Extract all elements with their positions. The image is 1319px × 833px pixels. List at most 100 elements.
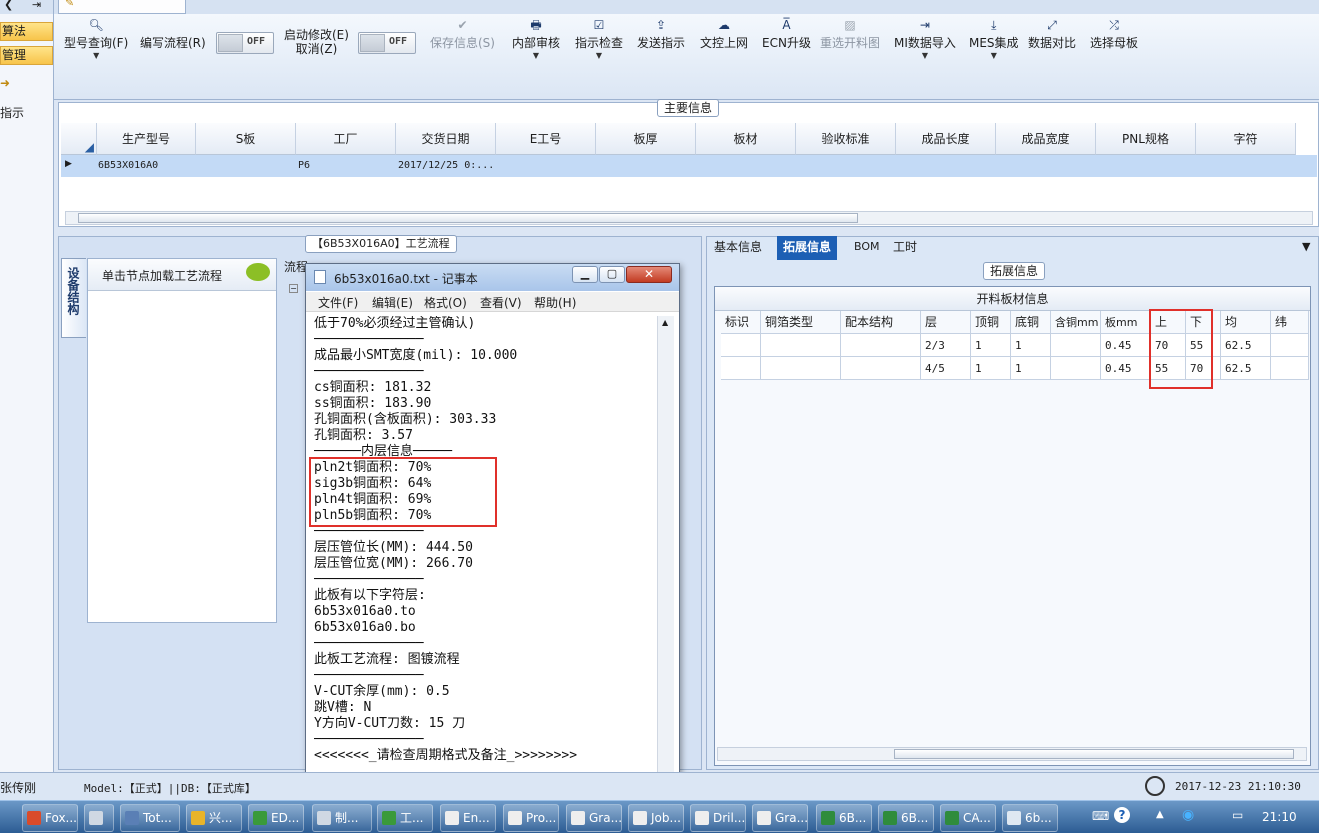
col-header[interactable]: 含铜mm	[1051, 311, 1101, 334]
taskbar-item[interactable]: CA...	[940, 804, 996, 832]
nav-item-indicate[interactable]: 指示	[0, 104, 24, 121]
tray-expand-icon[interactable]: ▲	[1156, 809, 1164, 820]
taskbar-item[interactable]: Gra...	[752, 804, 808, 832]
nav-item-algorithm[interactable]: 算法	[0, 22, 53, 41]
taskbar-item[interactable]: Tot...	[120, 804, 180, 832]
taskbar-item[interactable]: Fox...	[22, 804, 78, 832]
taskbar-item[interactable]	[84, 804, 114, 832]
main-info-title: 主要信息	[657, 99, 720, 117]
col-header[interactable]: 板材	[696, 123, 796, 155]
horizontal-scrollbar[interactable]	[717, 747, 1307, 761]
write-flow-button[interactable]: 编写流程(R)	[140, 34, 206, 51]
indicate-check-button[interactable]: ☑ 指示检查 ▼	[575, 14, 623, 60]
col-header[interactable]: E工号	[496, 123, 596, 155]
notepad-text-area[interactable]: 低于70%必须经过主管确认) ────────────── 成品最小SMT宽度(mi…	[314, 316, 657, 802]
taskbar-item[interactable]: 制...	[312, 804, 372, 832]
download-icon: ⤓	[991, 18, 997, 32]
col-header[interactable]: 板mm	[1101, 311, 1151, 334]
taskbar-item[interactable]: ED...	[248, 804, 304, 832]
taskbar-item[interactable]: 6B...	[816, 804, 872, 832]
menu-help[interactable]: 帮助(H)	[534, 294, 576, 311]
cell-board: 0.45	[1101, 334, 1151, 357]
ecn-upgrade-button[interactable]: A̅ ECN升级	[762, 14, 811, 51]
active-doc-tab[interactable]: ✎	[58, 0, 186, 14]
exit-icon[interactable]: ⇥	[32, 0, 41, 11]
col-header[interactable]: 层	[921, 311, 971, 334]
col-header[interactable]: 标识	[721, 311, 761, 334]
tab-dropdown-icon[interactable]: ▼	[1302, 240, 1310, 253]
col-header[interactable]: 底铜	[1011, 311, 1051, 334]
col-header[interactable]: 字符	[1196, 123, 1296, 155]
write-flow-toggle[interactable]: OFF	[216, 32, 274, 54]
table-row[interactable]: ▶ 6B53X016A0 P6 2017/12/25 0:...	[61, 155, 1317, 177]
col-header[interactable]: S板	[196, 123, 296, 155]
scroll-thumb[interactable]	[894, 749, 1294, 759]
notepad-scrollbar[interactable]: ▲ ▼	[657, 316, 674, 802]
menu-view[interactable]: 查看(V)	[480, 294, 522, 311]
close-icon[interactable]: ✕	[626, 266, 672, 283]
col-header[interactable]: 纬	[1271, 311, 1309, 334]
scroll-up-icon[interactable]: ▲	[662, 318, 668, 327]
col-header[interactable]: 顶铜	[971, 311, 1011, 334]
mes-integration-button[interactable]: ⤓ MES集成 ▼	[969, 14, 1019, 60]
col-header[interactable]: 成品长度	[896, 123, 996, 155]
modify-toggle[interactable]: OFF	[358, 32, 416, 54]
col-header[interactable]: PNL规格	[1096, 123, 1196, 155]
taskbar-item[interactable]: 6B...	[878, 804, 934, 832]
taskbar-item[interactable]: 兴...	[186, 804, 242, 832]
start-modify-button[interactable]: 启动修改(E) 取消(Z)	[284, 28, 349, 56]
minimize-icon[interactable]: ▁	[572, 266, 598, 283]
taskbar-item[interactable]: Pro...	[503, 804, 559, 832]
col-header[interactable]: 验收标准	[796, 123, 896, 155]
col-header[interactable]: 工厂	[296, 123, 396, 155]
help-icon[interactable]: ?	[1114, 807, 1130, 823]
notepad-titlebar[interactable]: 6b53x016a0.txt - 记事本 ▁ ▢ ✕	[306, 264, 679, 291]
back-icon[interactable]: ❮	[4, 0, 13, 11]
col-header[interactable]: 均	[1221, 311, 1271, 334]
network-icon[interactable]: ◉	[1182, 807, 1194, 823]
nav-item-management[interactable]: 管理	[0, 46, 53, 65]
col-header[interactable]: 成品宽度	[996, 123, 1096, 155]
mi-import-button[interactable]: ⇥ MI数据导入 ▼	[894, 14, 956, 60]
taskbar-item[interactable]: Gra...	[566, 804, 622, 832]
menu-edit[interactable]: 编辑(E)	[372, 294, 413, 311]
tab-work-hours[interactable]: 工时	[887, 236, 923, 260]
excel-icon	[821, 811, 835, 825]
vertical-tab-equipment[interactable]: 设备结构	[61, 258, 86, 338]
taskbar-clock[interactable]: 21:10	[1262, 810, 1297, 824]
data-compare-button[interactable]: ⤢ 数据对比	[1028, 14, 1076, 51]
scroll-thumb[interactable]	[78, 213, 858, 223]
tab-basic-info[interactable]: 基本信息	[708, 236, 768, 260]
select-master-button[interactable]: ⤮ 选择母板	[1090, 14, 1138, 51]
taskbar-item[interactable]: 6b...	[1002, 804, 1058, 832]
doc-upload-button[interactable]: ☁ 文控上网	[700, 14, 748, 51]
col-header[interactable]: 板厚	[596, 123, 696, 155]
send-indicate-button[interactable]: ⇪ 发送指示	[637, 14, 685, 51]
model-query-button[interactable]: 🔍︎ 型号查询(F) ▼	[64, 14, 128, 60]
col-header[interactable]: 配本结构	[841, 311, 921, 334]
col-header[interactable]: 铜箔类型	[761, 311, 841, 334]
col-header[interactable]: 生产型号	[97, 123, 196, 155]
taskbar-item[interactable]: Job...	[628, 804, 684, 832]
tab-bom[interactable]: BOM	[848, 236, 886, 260]
internal-review-button[interactable]: 🖶 内部审核 ▼	[512, 14, 560, 60]
monitor-icon[interactable]: ▭	[1232, 808, 1243, 822]
menu-format[interactable]: 格式(O)	[424, 294, 467, 311]
horizontal-scrollbar[interactable]	[65, 211, 1313, 225]
cell-date: 2017/12/25 0:...	[398, 160, 494, 171]
maximize-icon[interactable]: ▢	[599, 266, 625, 283]
menu-file[interactable]: 文件(F)	[318, 294, 358, 311]
tree-expand-icon[interactable]: −	[289, 284, 298, 293]
keyboard-icon[interactable]: ⌨	[1092, 809, 1109, 823]
save-info-button[interactable]: ✔ 保存信息(S)	[430, 14, 495, 51]
table-cell	[1271, 334, 1309, 357]
reselect-chart-button[interactable]: ▨ 重选开料图	[820, 14, 880, 51]
taskbar-item[interactable]: Dril...	[690, 804, 746, 832]
col-header[interactable]: 交货日期	[396, 123, 496, 155]
speech-bubble-icon[interactable]	[246, 263, 270, 281]
app-icon	[633, 811, 647, 825]
table-cell	[721, 357, 761, 380]
taskbar-item[interactable]: En...	[440, 804, 496, 832]
taskbar-item[interactable]: 工...	[377, 804, 433, 832]
tab-extended-info[interactable]: 拓展信息	[777, 236, 838, 260]
